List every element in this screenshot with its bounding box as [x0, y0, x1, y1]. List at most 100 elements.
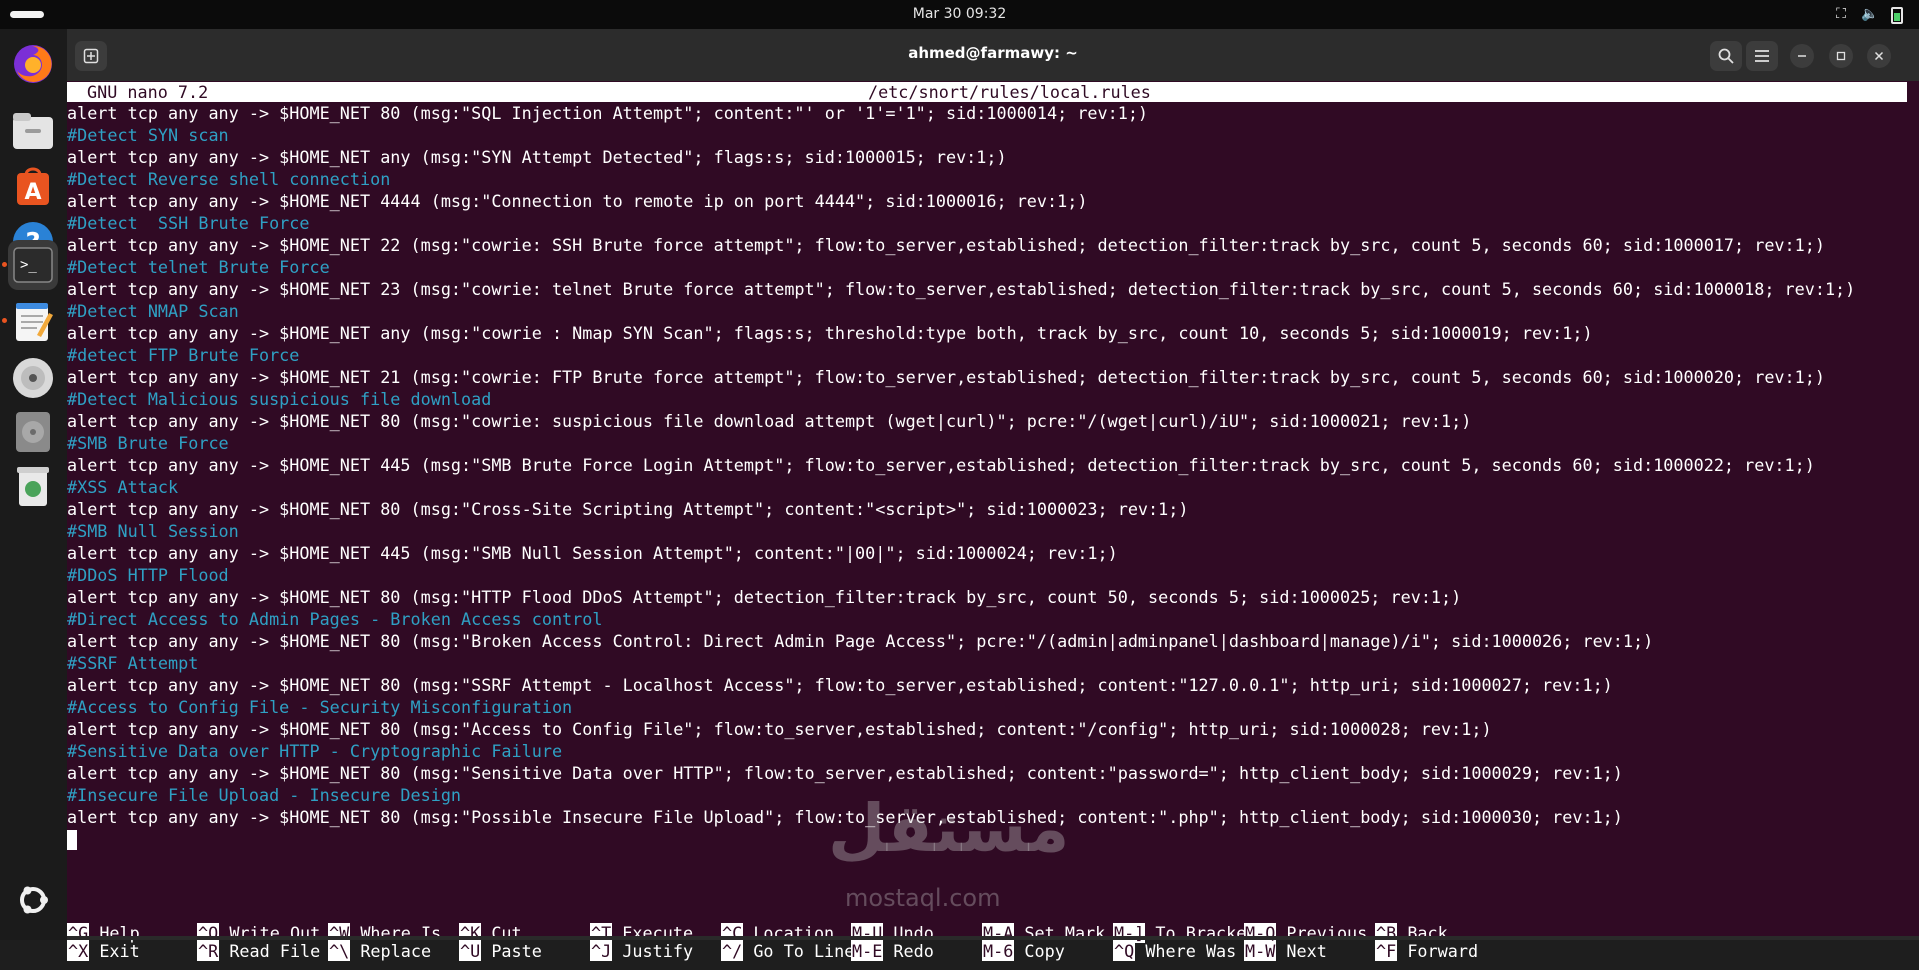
- window-titlebar[interactable]: ahmed@farmawy: ~: [67, 29, 1919, 81]
- shortcut-key: ^J: [590, 941, 613, 961]
- shortcut-label: Read File: [229, 941, 321, 961]
- rule-line[interactable]: alert tcp any any -> $HOME_NET 80 (msg:"…: [67, 718, 1919, 740]
- comment-line[interactable]: #Access to Config File - Security Miscon…: [67, 696, 1919, 718]
- shortcut-read-file[interactable]: ^R Read File: [197, 940, 320, 962]
- maximize-icon: [1836, 51, 1846, 61]
- search-button[interactable]: [1710, 41, 1742, 71]
- shortcut-label: Redo: [893, 941, 934, 961]
- shortcut-key: ^F: [1375, 941, 1398, 961]
- shortcut-paste[interactable]: ^U Paste: [459, 940, 542, 962]
- dock-terminal[interactable]: >_: [8, 240, 58, 290]
- nano-header-bar: GNU nano 7.2 /etc/snort/rules/local.rule…: [67, 82, 1907, 102]
- shortcut-key: ^U: [459, 941, 482, 961]
- rule-line[interactable]: alert tcp any any -> $HOME_NET any (msg:…: [67, 146, 1919, 168]
- dock-text-editor[interactable]: [8, 296, 58, 346]
- shortcut-label: Justify: [622, 941, 694, 961]
- rule-line[interactable]: alert tcp any any -> $HOME_NET 21 (msg:"…: [67, 366, 1919, 388]
- system-tray[interactable]: ⛶ 🔈: [1833, 6, 1905, 27]
- comment-line[interactable]: #Direct Access to Admin Pages - Broken A…: [67, 608, 1919, 630]
- shortcut-next[interactable]: M-W Next: [1244, 940, 1327, 962]
- comment-line[interactable]: #detect FTP Brute Force: [67, 344, 1919, 366]
- shortcut-copy[interactable]: M-6 Copy: [982, 940, 1065, 962]
- shortcut-key: ^X: [67, 941, 90, 961]
- rule-line[interactable]: alert tcp any any -> $HOME_NET any (msg:…: [67, 322, 1919, 344]
- shortcut-label: Forward: [1407, 941, 1479, 961]
- rule-line[interactable]: alert tcp any any -> $HOME_NET 80 (msg:"…: [67, 586, 1919, 608]
- nano-shortcut-bar: ^G Help ^X Exit ^O Write Out ^R Read File ^W…: [67, 922, 1919, 970]
- comment-line[interactable]: #Detect telnet Brute Force: [67, 256, 1919, 278]
- minimize-button[interactable]: [1790, 44, 1814, 68]
- files-icon: [13, 113, 53, 149]
- dock-app-center[interactable]: A: [8, 160, 58, 210]
- rule-line[interactable]: alert tcp any any -> $HOME_NET 4444 (msg…: [67, 190, 1919, 212]
- comment-line[interactable]: #Detect SYN scan: [67, 124, 1919, 146]
- rule-line[interactable]: alert tcp any any -> $HOME_NET 445 (msg:…: [67, 542, 1919, 564]
- comment-line[interactable]: #Detect SSH Brute Force: [67, 212, 1919, 234]
- shortcut-key: ^/: [721, 941, 744, 961]
- shortcut-justify[interactable]: ^J Justify: [590, 940, 693, 962]
- running-indicator: [2, 262, 7, 267]
- dock: A ? >_: [0, 29, 67, 940]
- shortcut-label: Exit: [99, 941, 140, 961]
- clock[interactable]: Mar 30 09:32: [0, 6, 1919, 22]
- rule-line[interactable]: alert tcp any any -> $HOME_NET 80 (msg:"…: [67, 674, 1919, 696]
- comment-line[interactable]: #Detect Reverse shell connection: [67, 168, 1919, 190]
- comment-line[interactable]: #Detect Malicious suspicious file downlo…: [67, 388, 1919, 410]
- close-button[interactable]: [1867, 44, 1891, 68]
- disk-icon: [16, 412, 50, 452]
- terminal-icon: >_: [13, 247, 53, 283]
- window-title: ahmed@farmawy: ~: [908, 44, 1078, 62]
- comment-line[interactable]: #SMB Null Session: [67, 520, 1919, 542]
- comment-line[interactable]: #Sensitive Data over HTTP - Cryptographi…: [67, 740, 1919, 762]
- shortcut-key: ^R: [197, 941, 220, 961]
- comment-line[interactable]: #Detect NMAP Scan: [67, 300, 1919, 322]
- shortcut-key: ^\: [328, 941, 351, 961]
- trash-icon: [17, 467, 49, 506]
- battery-icon[interactable]: [1889, 6, 1905, 27]
- shortcut-key: M-E: [851, 941, 884, 961]
- network-icon[interactable]: ⛶: [1833, 6, 1849, 27]
- dock-firefox[interactable]: [8, 39, 58, 89]
- dock-files[interactable]: [8, 106, 58, 156]
- shortcut-replace[interactable]: ^\ Replace: [328, 940, 431, 962]
- search-icon: [1718, 48, 1734, 64]
- watermark-logo: مستقل: [828, 790, 1070, 867]
- rule-line[interactable]: alert tcp any any -> $HOME_NET 80 (msg:"…: [67, 762, 1919, 784]
- shortcut-exit[interactable]: ^X Exit: [67, 940, 140, 962]
- shortcut-label: Where Was: [1145, 941, 1237, 961]
- rule-line[interactable]: alert tcp any any -> $HOME_NET 22 (msg:"…: [67, 234, 1919, 256]
- comment-line[interactable]: #DDoS HTTP Flood: [67, 564, 1919, 586]
- ubuntu-logo-icon: [20, 886, 48, 914]
- hamburger-menu-icon: [1755, 50, 1769, 62]
- comment-line[interactable]: #SMB Brute Force: [67, 432, 1919, 454]
- volume-icon[interactable]: 🔈: [1861, 6, 1878, 27]
- nano-version: GNU nano 7.2: [87, 82, 209, 102]
- svg-text:>_: >_: [20, 257, 37, 273]
- maximize-button[interactable]: [1829, 44, 1853, 68]
- rule-line[interactable]: alert tcp any any -> $HOME_NET 80 (msg:"…: [67, 102, 1919, 124]
- shortcut-redo[interactable]: M-E Redo: [851, 940, 934, 962]
- rule-line[interactable]: alert tcp any any -> $HOME_NET 80 (msg:"…: [67, 410, 1919, 432]
- bottom-edge: [67, 936, 1919, 940]
- top-bar: Mar 30 09:32 ⛶ 🔈: [0, 0, 1919, 29]
- dock-disk[interactable]: [8, 407, 58, 457]
- watermark-url: mostaql.com: [845, 884, 1001, 912]
- rule-line[interactable]: alert tcp any any -> $HOME_NET 80 (msg:"…: [67, 630, 1919, 652]
- editor-buffer[interactable]: alert tcp any any -> $HOME_NET 80 (msg:"…: [67, 102, 1919, 850]
- menu-button[interactable]: [1746, 41, 1778, 71]
- shortcut-go-to-line[interactable]: ^/ Go To Line: [721, 940, 854, 962]
- svg-text:A: A: [24, 180, 41, 205]
- dock-trash[interactable]: [8, 461, 58, 511]
- comment-line[interactable]: #SSRF Attempt: [67, 652, 1919, 674]
- nano-filename: /etc/snort/rules/local.rules: [868, 82, 1151, 102]
- shortcut-label: Paste: [491, 941, 542, 961]
- running-indicator: [2, 318, 7, 323]
- rule-line[interactable]: alert tcp any any -> $HOME_NET 23 (msg:"…: [67, 278, 1919, 300]
- shortcut-forward[interactable]: ^F Forward: [1375, 940, 1478, 962]
- dock-disc[interactable]: [8, 353, 58, 403]
- rule-line[interactable]: alert tcp any any -> $HOME_NET 80 (msg:"…: [67, 498, 1919, 520]
- shortcut-where-was[interactable]: ^Q Where Was: [1113, 940, 1236, 962]
- rule-line[interactable]: alert tcp any any -> $HOME_NET 445 (msg:…: [67, 454, 1919, 476]
- dock-show-apps[interactable]: [8, 875, 58, 925]
- comment-line[interactable]: #XSS Attack: [67, 476, 1919, 498]
